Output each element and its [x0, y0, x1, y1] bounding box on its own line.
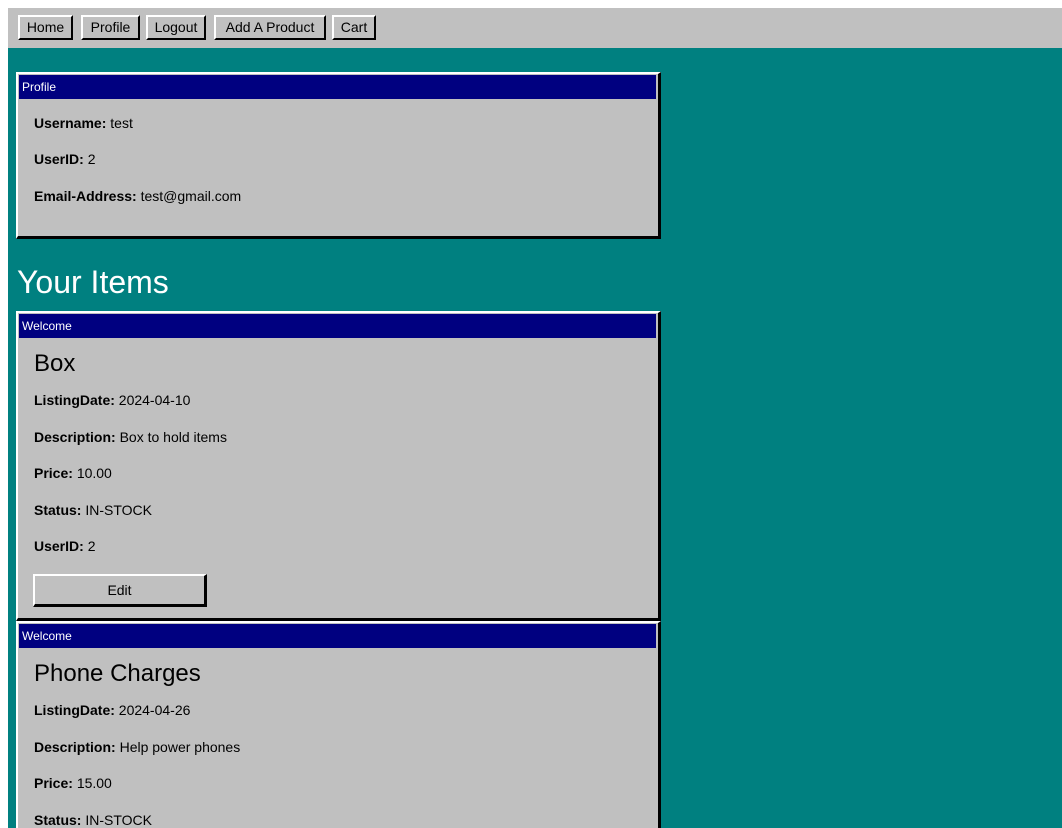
- profile-username: Username: test: [34, 115, 133, 131]
- status-label: Status:: [34, 502, 82, 518]
- userid-label: UserID:: [34, 151, 84, 167]
- email-label: Email-Address:: [34, 188, 137, 204]
- item-userid-label: UserID:: [34, 538, 84, 554]
- username-label: Username:: [34, 115, 107, 131]
- nav-profile-button[interactable]: Profile: [81, 15, 140, 40]
- item-userid-value: 2: [87, 538, 96, 554]
- listing-date-label: ListingDate:: [34, 392, 115, 408]
- email-value: test@gmail.com: [140, 188, 242, 204]
- nav-home-button[interactable]: Home: [18, 15, 73, 40]
- status-value: IN-STOCK: [85, 502, 152, 518]
- price-value: 15.00: [76, 775, 112, 791]
- listing-date-value: 2024-04-26: [118, 702, 191, 718]
- profile-window: Profile Username: test UserID: 2 Email-A…: [16, 72, 661, 239]
- description-label: Description:: [34, 429, 116, 445]
- item-window: Welcome Box ListingDate: 2024-04-10 Desc…: [16, 311, 661, 621]
- status-value: IN-STOCK: [85, 812, 152, 828]
- nav-cart-button[interactable]: Cart: [332, 15, 376, 40]
- item-price: Price: 15.00: [34, 775, 112, 791]
- description-value: Help power phones: [119, 739, 241, 755]
- profile-userid: UserID: 2: [34, 151, 95, 167]
- price-label: Price:: [34, 775, 73, 791]
- item-price: Price: 10.00: [34, 465, 112, 481]
- item-description: Description: Help power phones: [34, 739, 240, 755]
- item-window-titlebar: Welcome: [19, 624, 656, 648]
- your-items-heading: Your Items: [17, 264, 169, 300]
- profile-window-titlebar: Profile: [19, 75, 656, 99]
- item-window: Welcome Phone Charges ListingDate: 2024-…: [16, 621, 661, 828]
- item-status: Status: IN-STOCK: [34, 812, 152, 828]
- price-label: Price:: [34, 465, 73, 481]
- description-value: Box to hold items: [119, 429, 227, 445]
- nav-logout-button[interactable]: Logout: [146, 15, 206, 40]
- item-name: Phone Charges: [34, 660, 201, 687]
- item-window-titlebar: Welcome: [19, 314, 656, 338]
- userid-value: 2: [87, 151, 96, 167]
- item-userid: UserID: 2: [34, 538, 95, 554]
- listing-date-value: 2024-04-10: [118, 392, 191, 408]
- status-label: Status:: [34, 812, 82, 828]
- top-navbar: Home Profile Logout Add A Product Cart: [8, 8, 1062, 48]
- item-status: Status: IN-STOCK: [34, 502, 152, 518]
- item-listing-date: ListingDate: 2024-04-10: [34, 392, 190, 408]
- profile-email: Email-Address: test@gmail.com: [34, 188, 241, 204]
- item-listing-date: ListingDate: 2024-04-26: [34, 702, 190, 718]
- item-name: Box: [34, 350, 76, 377]
- description-label: Description:: [34, 739, 116, 755]
- page-frame: Home Profile Logout Add A Product Cart P…: [8, 8, 1062, 828]
- nav-add-product-button[interactable]: Add A Product: [214, 15, 326, 40]
- listing-date-label: ListingDate:: [34, 702, 115, 718]
- price-value: 10.00: [76, 465, 112, 481]
- username-value: test: [110, 115, 133, 131]
- edit-button[interactable]: Edit: [33, 574, 207, 607]
- item-description: Description: Box to hold items: [34, 429, 227, 445]
